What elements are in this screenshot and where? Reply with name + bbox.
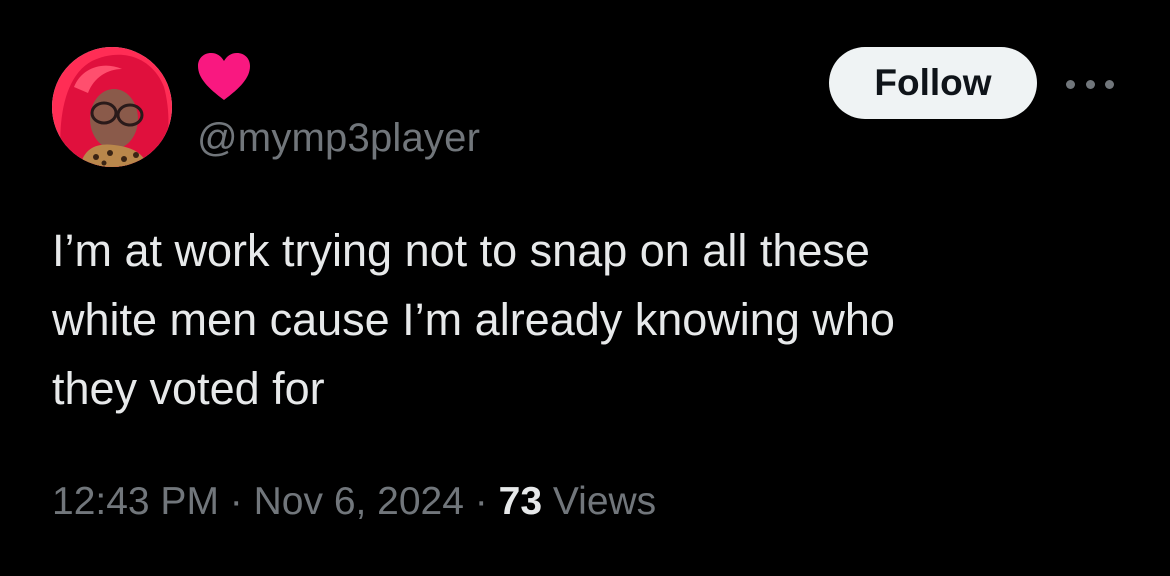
meta-separator: · [474, 480, 488, 523]
more-dot [1105, 79, 1114, 89]
follow-button[interactable]: Follow [829, 47, 1037, 119]
more-dot [1085, 79, 1095, 89]
tweet-date[interactable]: Nov 6, 2024 [254, 480, 464, 523]
more-dot [1066, 79, 1075, 89]
tweet-meta: 12:43 PM · Nov 6, 2024 · 73 Views [52, 474, 656, 530]
avatar-image [52, 47, 172, 167]
views-count[interactable]: 73 [499, 480, 542, 523]
views-label: Views [552, 480, 657, 523]
tweet: @mymp3player Follow I’m at work trying n… [0, 0, 1170, 576]
tweet-text: I’m at work trying not to snap on all th… [52, 225, 895, 414]
display-name[interactable] [196, 50, 252, 104]
user-handle[interactable]: @mymp3player [197, 112, 480, 164]
heart-icon [196, 52, 252, 102]
avatar[interactable] [52, 47, 172, 167]
tweet-time[interactable]: 12:43 PM [52, 480, 219, 523]
meta-separator: · [229, 480, 243, 523]
more-horizontal-icon[interactable] [1066, 74, 1114, 94]
